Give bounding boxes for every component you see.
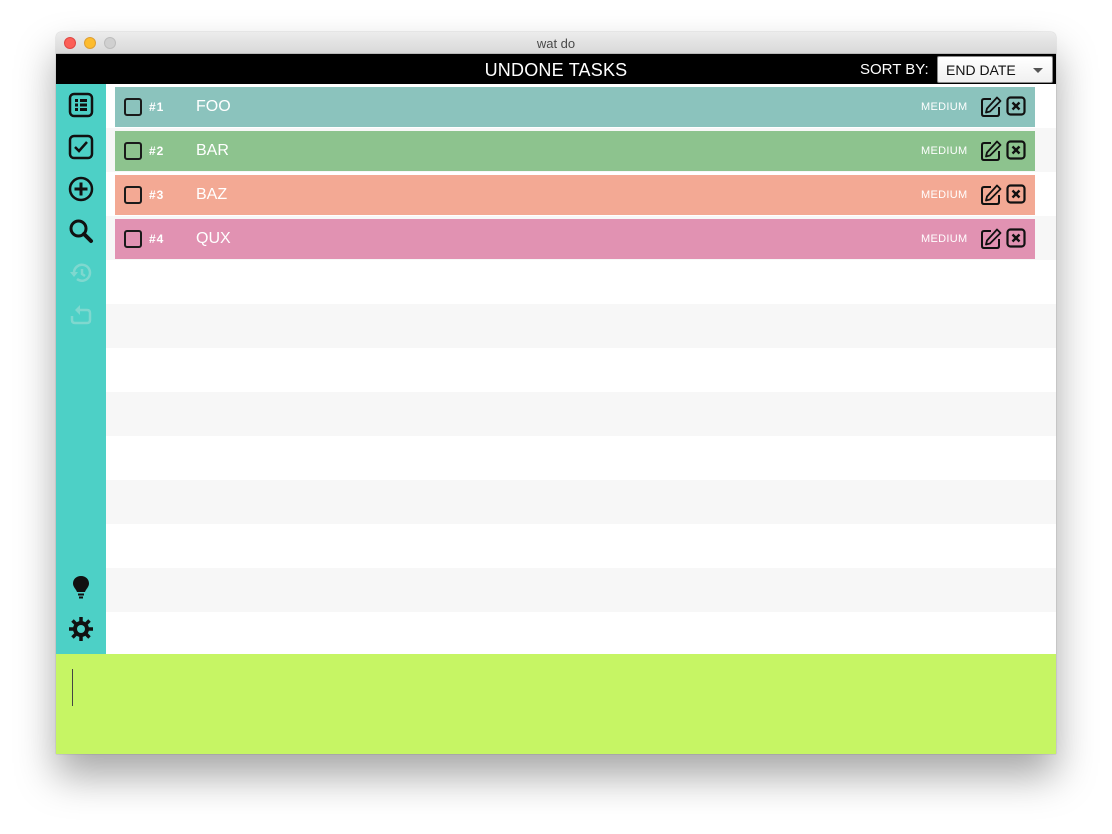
task-number: #3 [149, 188, 165, 202]
list-stripe [106, 612, 1056, 654]
task-row[interactable]: #2 BAR MEDIUM [115, 131, 1035, 171]
task-name: FOO [196, 98, 231, 115]
command-input[interactable] [56, 654, 1056, 754]
delete-icon[interactable] [1006, 228, 1026, 248]
add-circle-icon [68, 176, 94, 202]
list-stripe [106, 304, 1056, 348]
sidebar [56, 84, 106, 654]
task-number: #2 [149, 144, 165, 158]
search-button[interactable] [67, 217, 95, 245]
undo-history-icon [70, 263, 92, 282]
task-checkbox[interactable] [124, 230, 142, 248]
list-icon [68, 92, 94, 118]
list-stripe [106, 480, 1056, 524]
search-icon [69, 219, 93, 243]
task-checkbox[interactable] [124, 186, 142, 204]
task-priority: MEDIUM [921, 233, 968, 245]
command-bar [56, 654, 1056, 754]
header-bar: UNDONE TASKS SORT BY: END DATE [56, 54, 1056, 84]
settings-button[interactable] [67, 615, 95, 643]
edit-icon[interactable] [980, 228, 1002, 250]
chevron-down-icon [1033, 68, 1043, 73]
task-row[interactable]: #4 QUX MEDIUM [115, 219, 1035, 259]
redo-repeat-icon [70, 305, 92, 325]
task-row[interactable]: #3 BAZ MEDIUM [115, 175, 1035, 215]
delete-icon[interactable] [1006, 140, 1026, 160]
checkbox-icon [68, 134, 94, 160]
task-name: BAR [196, 142, 229, 159]
task-checkbox[interactable] [124, 142, 142, 160]
title-bar: wat do [56, 32, 1056, 54]
task-name: BAZ [196, 186, 228, 203]
edit-icon[interactable] [980, 96, 1002, 118]
window-title: wat do [536, 36, 576, 51]
delete-icon[interactable] [1006, 184, 1026, 204]
sort-select[interactable]: END DATE [937, 56, 1053, 83]
redo-button[interactable] [67, 301, 95, 329]
task-priority: MEDIUM [921, 101, 968, 113]
task-name: QUX [196, 230, 231, 247]
list-stripe [106, 392, 1056, 436]
edit-icon[interactable] [980, 140, 1002, 162]
lightbulb-icon [73, 576, 89, 599]
view-tasks-button[interactable] [67, 91, 95, 119]
list-stripe [106, 436, 1056, 480]
add-task-button[interactable] [67, 175, 95, 203]
list-stripe [106, 524, 1056, 568]
task-list: #1 FOO MEDIUM #2 BAR MEDIUM #3 BAZ MEDIU… [106, 84, 1056, 654]
list-stripe [106, 348, 1056, 392]
list-stripe [106, 260, 1056, 304]
app-window: wat do UNDONE TASKS SORT BY: END DATE #1… [56, 32, 1056, 754]
tips-button[interactable] [67, 573, 95, 601]
delete-icon[interactable] [1006, 96, 1026, 116]
task-priority: MEDIUM [921, 189, 968, 201]
edit-icon[interactable] [980, 184, 1002, 206]
task-priority: MEDIUM [921, 145, 968, 157]
sort-select-value: END DATE [946, 62, 1016, 78]
task-checkbox[interactable] [124, 98, 142, 116]
gear-icon [69, 617, 93, 641]
list-stripe [106, 568, 1056, 612]
text-caret [72, 669, 73, 706]
undo-button[interactable] [67, 259, 95, 287]
task-row[interactable]: #1 FOO MEDIUM [115, 87, 1035, 127]
task-number: #4 [149, 232, 165, 246]
task-number: #1 [149, 100, 165, 114]
done-tasks-button[interactable] [67, 133, 95, 161]
sort-label: SORT BY: [860, 61, 929, 78]
